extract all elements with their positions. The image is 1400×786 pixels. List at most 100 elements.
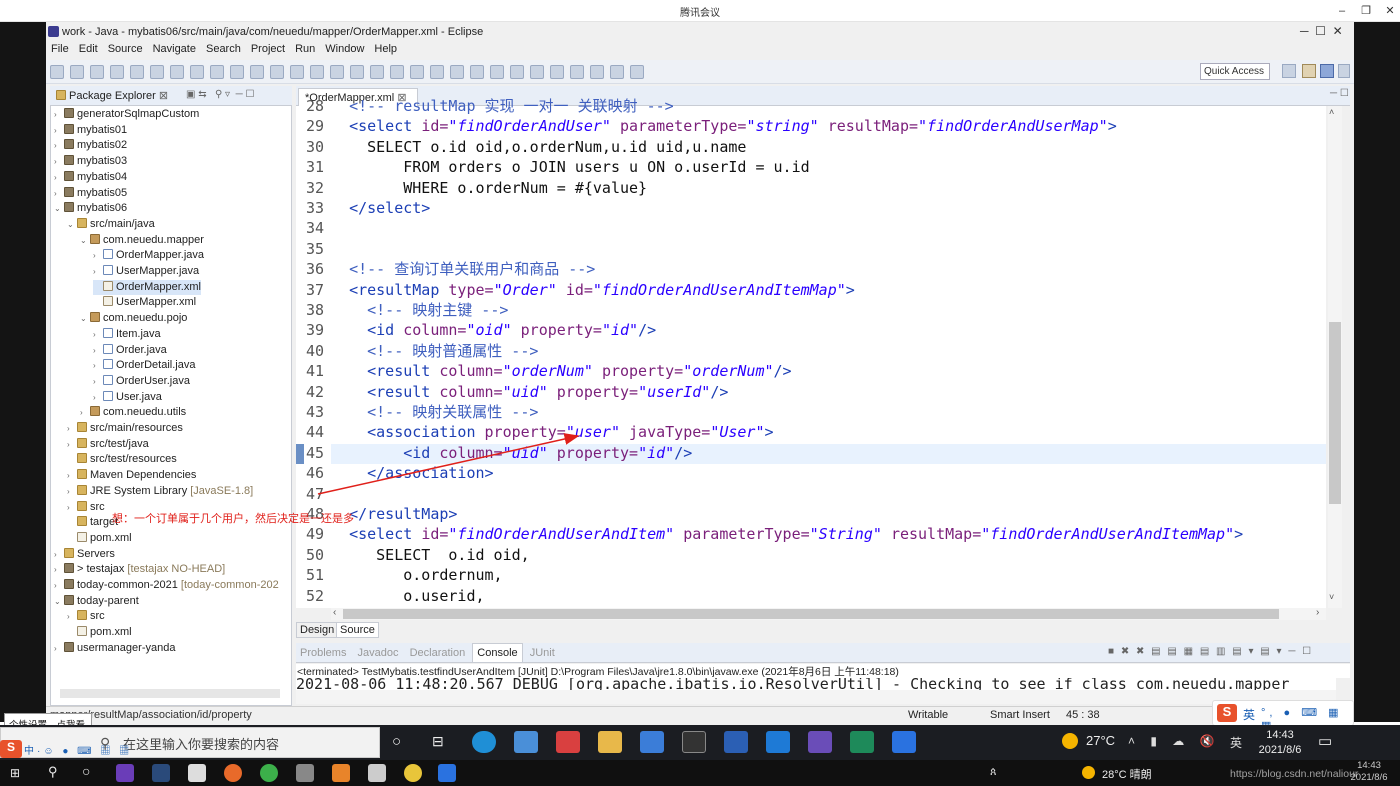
tree-toggle-icon[interactable]: › [54, 154, 64, 169]
package-explorer-scrollbar[interactable] [60, 689, 280, 698]
tree-item[interactable]: › Maven Dependencies [67, 468, 196, 483]
editor-min-max[interactable]: ─ ☐ [1330, 88, 1349, 99]
tree-item[interactable]: › src [67, 609, 105, 624]
tree-toggle-icon[interactable]: ⌄ [54, 594, 64, 609]
app-icon-2[interactable] [332, 764, 350, 782]
tab-console[interactable]: Console [472, 643, 523, 662]
code-line[interactable]: WHERE o.orderNum = #{value} [331, 178, 647, 198]
visual-studio-icon[interactable] [116, 764, 134, 782]
tree-item[interactable]: › > testajax [testajax NO-HEAD] [54, 562, 225, 577]
tree-item[interactable]: › Order.java [93, 343, 167, 358]
editor-vertical-scroll-thumb[interactable] [1329, 322, 1341, 504]
tree-toggle-icon[interactable]: › [54, 138, 64, 153]
toolbar-button-icon[interactable] [90, 65, 104, 79]
tab-problems[interactable]: Problems [296, 644, 350, 662]
code-line[interactable]: FROM orders o JOIN users u ON o.userId =… [331, 157, 809, 177]
chrome-icon[interactable] [260, 764, 278, 782]
tree-item[interactable]: › src [67, 500, 105, 515]
tree-item[interactable]: ⌄ com.neuedu.pojo [80, 311, 187, 326]
tree-item[interactable]: ⌄ src/main/java [67, 217, 155, 232]
code-line[interactable]: <!-- 查询订单关联用户和商品 --> [331, 259, 595, 279]
tree-toggle-icon[interactable]: ⌄ [67, 217, 77, 232]
tree-item[interactable]: › generatorSqlmapCustom [54, 107, 199, 122]
menu-navigate[interactable]: Navigate [148, 41, 201, 57]
editor-horizontal-scroll-thumb[interactable] [343, 609, 1279, 619]
tree-toggle-icon[interactable]: › [54, 562, 64, 577]
code-line[interactable]: <select id="findOrderAndUser" parameterT… [331, 116, 1117, 136]
cortana-icon[interactable]: ○ [392, 733, 401, 750]
toolbar-button-icon[interactable] [510, 65, 524, 79]
tree-item[interactable]: ⌄ today-parent [54, 594, 139, 609]
package-explorer-tab[interactable]: Package Explorer ⊠ [50, 86, 292, 106]
menu-run[interactable]: Run [290, 41, 320, 57]
tree-item[interactable]: › User.java [93, 390, 162, 405]
code-line[interactable]: <id column="oid" property="id"/> [331, 320, 656, 340]
menu-project[interactable]: Project [246, 41, 290, 57]
code-line[interactable]: o.ordernum, [331, 565, 502, 585]
tree-item[interactable]: pom.xml [67, 531, 132, 546]
tree-toggle-icon[interactable]: ⌄ [54, 201, 64, 216]
code-line[interactable]: <resultMap type="Order" id="findOrderAnd… [331, 280, 855, 300]
app-icon-3[interactable] [404, 764, 422, 782]
tree-item[interactable]: › mybatis05 [54, 186, 127, 201]
tree-item[interactable]: › OrderMapper.java [93, 248, 204, 263]
tree-item[interactable]: › mybatis03 [54, 154, 127, 169]
window-icon[interactable] [368, 764, 386, 782]
toolbar-button-icon[interactable] [330, 65, 344, 79]
tree-toggle-icon[interactable]: › [67, 609, 77, 624]
tree-toggle-icon[interactable]: ⌄ [80, 233, 90, 248]
tree-item[interactable]: ⌄ com.neuedu.mapper [80, 233, 204, 248]
menu-search[interactable]: Search [201, 41, 246, 57]
close-icon[interactable]: ⊠ [159, 90, 168, 102]
scroll-right-icon[interactable]: › [1316, 607, 1319, 618]
toolbar-button-icon[interactable] [590, 65, 604, 79]
app-icon[interactable] [296, 764, 314, 782]
tab-design[interactable]: Design [296, 622, 339, 638]
tree-toggle-icon[interactable]: › [93, 327, 103, 342]
scroll-down-icon[interactable]: ˅ [1329, 592, 1334, 602]
taskbar-ime[interactable]: 英 [1230, 734, 1242, 751]
tree-toggle-icon[interactable]: › [54, 186, 64, 201]
toolbar-button-icon[interactable] [350, 65, 364, 79]
menu-window[interactable]: Window [320, 41, 369, 57]
code-line[interactable]: <select id="findOrderAndUserAndItem" par… [331, 524, 1243, 544]
tree-toggle-icon[interactable]: › [54, 547, 64, 562]
tree-toggle-icon[interactable]: ⌄ [80, 311, 90, 326]
toolbar-button-icon[interactable] [250, 65, 264, 79]
tree-item[interactable]: › today-common-2021 [today-common-202 [54, 578, 279, 593]
toolbar-button-icon[interactable] [190, 65, 204, 79]
code-line[interactable]: <id column="uid" property="id"/> [331, 443, 692, 463]
tree-item[interactable]: pom.xml [67, 625, 132, 640]
tree-item[interactable]: › mybatis01 [54, 123, 127, 138]
tree-item[interactable]: ⌄ mybatis06 [54, 201, 127, 216]
code-line[interactable]: <!-- 映射普通属性 --> [331, 341, 538, 361]
meeting-app-icon[interactable] [438, 764, 456, 782]
toolbar-button-icon[interactable] [490, 65, 504, 79]
toolbar-button-icon[interactable] [570, 65, 584, 79]
tab-declaration[interactable]: Declaration [406, 644, 470, 662]
app-icon[interactable] [556, 731, 580, 753]
toolbar-button-icon[interactable] [610, 65, 624, 79]
menu-edit[interactable]: Edit [74, 41, 103, 57]
toolbar-button-icon[interactable] [270, 65, 284, 79]
ime-toolbar[interactable]: S 英 °, ● ⌨ ▦ ▦ [1212, 700, 1354, 732]
tree-item[interactable]: › Servers [54, 547, 115, 562]
firefox-icon[interactable] [224, 764, 242, 782]
file-explorer-icon[interactable] [598, 731, 622, 753]
scroll-left-icon[interactable]: ‹ [333, 607, 336, 618]
tree-toggle-icon[interactable]: › [67, 421, 77, 436]
tree-toggle-icon[interactable]: › [67, 437, 77, 452]
code-line[interactable]: </select> [331, 198, 430, 218]
tree-toggle-icon[interactable]: › [93, 390, 103, 405]
search-icon[interactable]: ⚲ [48, 764, 58, 780]
code-line[interactable]: <!-- 映射关联属性 --> [331, 402, 538, 422]
mail-icon[interactable] [640, 731, 664, 753]
tree-toggle-icon[interactable]: › [93, 343, 103, 358]
code-line[interactable]: <!-- 映射主键 --> [331, 300, 508, 320]
tree-item[interactable]: UserMapper.xml [93, 295, 196, 310]
tree-item[interactable]: target [67, 515, 118, 530]
tree-toggle-icon[interactable]: › [54, 123, 64, 138]
code-line[interactable]: <result column="orderNum" property="orde… [331, 361, 791, 381]
tree-toggle-icon[interactable]: › [93, 358, 103, 373]
toolbar-button-icon[interactable] [430, 65, 444, 79]
